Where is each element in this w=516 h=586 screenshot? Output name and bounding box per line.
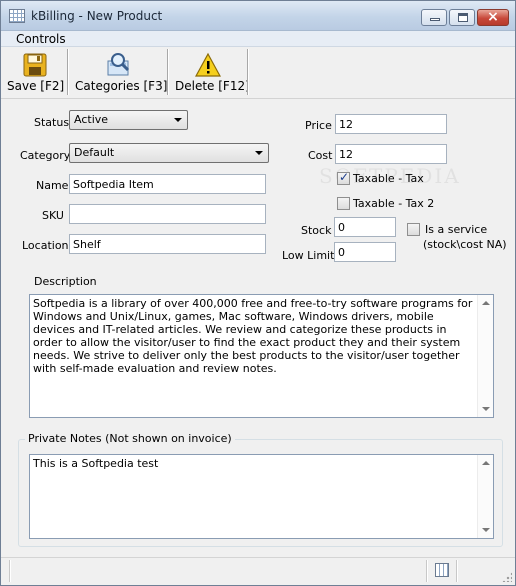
warning-icon [195,52,221,77]
sku-label: SKU [42,209,64,222]
toolbar-divider [247,49,248,95]
description-text: Softpedia is a library of over 400,000 f… [33,297,473,375]
categories-label: Categories [F3] [75,79,168,93]
delete-label: Delete [F12] [175,79,250,93]
minimize-icon [430,18,440,21]
scroll-up-icon[interactable] [482,461,490,465]
taxable-tax-label: Taxable - Tax [353,172,424,185]
save-label: Save [F2] [7,79,65,93]
grid-icon[interactable] [435,563,449,577]
category-label: Category [20,149,71,162]
is-service-checkbox[interactable] [407,223,420,236]
close-icon: × [487,9,499,25]
taxable-tax2-label: Taxable - Tax 2 [353,197,435,210]
status-bar [1,557,515,585]
title-bar[interactable]: kBilling - New Product × [1,1,515,31]
toolbar: Save [F2] Categories [F3] Delete [F12] [1,47,515,99]
price-field[interactable]: 12 [335,114,447,134]
maximize-icon [458,13,468,22]
low-limit-label: Low Limit [282,249,335,262]
scroll-up-icon[interactable] [482,301,490,305]
status-divider [456,560,457,582]
sku-field[interactable] [69,204,266,224]
cost-label: Cost [308,149,333,162]
close-button[interactable]: × [477,9,509,26]
status-select[interactable]: Active [69,110,188,130]
private-notes-text: This is a Softpedia test [33,457,159,470]
categories-magnifier-icon [107,53,130,76]
private-notes-textarea[interactable]: This is a Softpedia test [29,454,494,539]
cost-field[interactable]: 12 [335,144,447,164]
floppy-disk-icon [23,53,47,77]
description-scrollbar[interactable] [477,295,493,417]
low-limit-field[interactable]: 0 [334,242,396,262]
maximize-button[interactable] [449,9,475,26]
name-field[interactable]: Softpedia Item [69,174,266,194]
location-label: Location [22,239,69,252]
category-value: Default [74,146,115,159]
toolbar-divider [67,49,68,95]
is-service-note: (stock\cost NA) [423,238,507,251]
scroll-down-icon[interactable] [482,407,490,411]
category-select[interactable]: Default [69,143,269,163]
stock-label: Stock [301,224,332,237]
status-divider [9,560,10,582]
price-label: Price [305,119,332,132]
categories-button[interactable]: Categories [F3] [75,49,168,95]
window-title: kBilling - New Product [31,9,163,23]
app-grid-icon [9,9,25,23]
menu-bar: Controls [1,31,515,47]
status-value: Active [74,113,109,126]
description-label: Description [34,275,97,288]
scroll-down-icon[interactable] [482,528,490,532]
stock-field[interactable]: 0 [334,217,396,237]
description-textarea[interactable]: Softpedia is a library of over 400,000 f… [29,294,494,418]
chevron-down-icon [255,151,263,155]
is-service-label: Is a service [425,223,488,236]
private-notes-scrollbar[interactable] [477,455,493,538]
resize-grip-icon[interactable] [502,572,512,582]
app-window: kBilling - New Product × Controls Save [… [0,0,516,586]
menu-controls[interactable]: Controls [16,32,66,46]
taxable-tax-checkbox[interactable] [337,170,350,185]
taxable-tax2-checkbox[interactable] [337,197,350,210]
minimize-button[interactable] [421,9,447,26]
delete-button[interactable]: Delete [F12] [175,49,250,95]
status-divider [426,560,427,582]
name-label: Name [36,179,69,192]
toolbar-divider [167,49,168,95]
private-notes-label: Private Notes (Not shown on invoice) [25,432,235,445]
location-field[interactable]: Shelf [69,234,266,254]
chevron-down-icon [174,118,182,122]
save-button[interactable]: Save [F2] [7,49,65,95]
status-label: Status [34,116,70,129]
